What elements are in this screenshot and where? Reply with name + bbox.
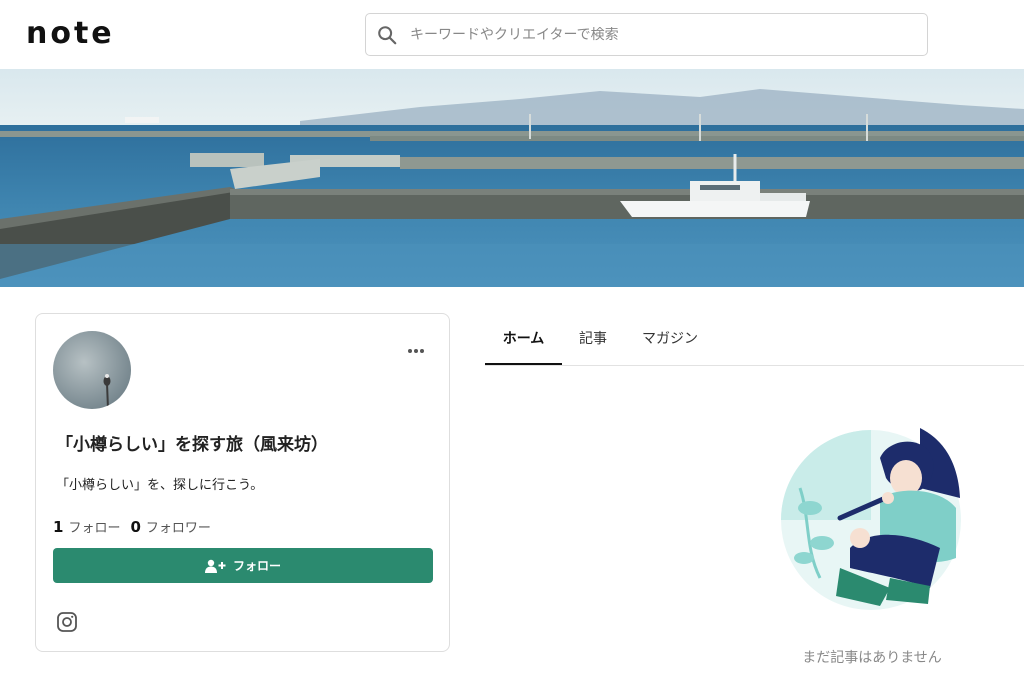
note-logo[interactable]: note [26, 16, 115, 52]
avatar[interactable] [53, 331, 131, 409]
creator-name: 「小樽らしい」を探す旅（風来坊） [56, 435, 328, 455]
tab-articles[interactable]: 記事 [570, 322, 616, 365]
instagram-icon[interactable] [56, 611, 78, 633]
profile-tabs: ホーム 記事 マガジン [485, 322, 1024, 366]
header: note [0, 0, 1024, 69]
creator-bio: 「小樽らしい」を、探しに行こう。 [56, 478, 264, 493]
tab-home[interactable]: ホーム [485, 322, 562, 365]
empty-state-message: まだ記事はありません [802, 650, 942, 666]
empty-state-illustration [781, 428, 961, 610]
profile-card: 「小樽らしい」を探す旅（風来坊） 「小樽らしい」を、探しに行こう。 1 フォロー… [35, 313, 450, 652]
more-dots-icon[interactable] [408, 338, 430, 353]
following-label[interactable]: フォロー [68, 517, 120, 536]
follow-button-label: フォロー [232, 559, 281, 573]
followers-label[interactable]: フォロワー [146, 517, 211, 536]
follow-button[interactable]: フォロー [53, 548, 433, 583]
user-plus-icon [204, 559, 226, 573]
search-input[interactable] [410, 26, 890, 43]
following-count[interactable]: 1 [53, 518, 63, 536]
search-box[interactable] [365, 13, 928, 56]
search-icon [378, 25, 397, 44]
followers-count[interactable]: 0 [130, 518, 140, 536]
tab-magazine[interactable]: マガジン [631, 322, 709, 365]
follow-stats: 1 フォロー 0 フォロワー [53, 517, 211, 536]
cover-image [0, 69, 1024, 287]
